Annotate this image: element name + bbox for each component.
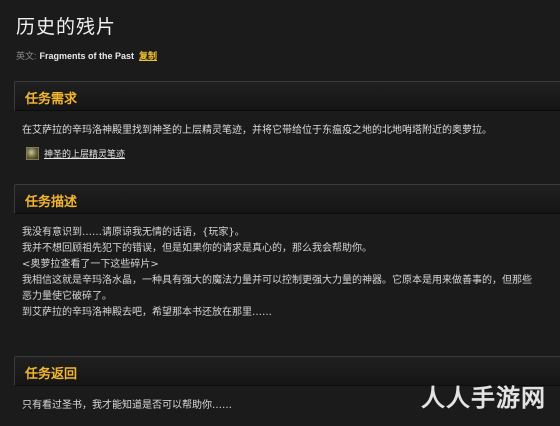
site-watermark: 人人手游网 [421, 384, 546, 412]
copy-link[interactable]: 复制 [139, 51, 157, 61]
description-header-title: 任务描述 [25, 195, 78, 210]
requirements-header: 任务需求 [14, 81, 560, 111]
description-line: 我相信这就是辛玛洛水晶，一种具有强大的魔法力量并可以控制更强大力量的神器。它原本… [22, 275, 532, 286]
description-line: 恶力量使它破碎了。 [22, 291, 112, 302]
english-quest-name: Fragments of the Past [39, 51, 135, 61]
english-label: 英文: [16, 51, 37, 61]
completion-header-title: 任务返回 [25, 367, 78, 382]
description-line: 我没有意识到……请原谅我无情的话语，{玩家}。 [22, 227, 245, 238]
description-body: 我没有意识到……请原谅我无情的话语，{玩家}。 我并不想回顾祖先犯下的错误，但是… [22, 225, 560, 321]
required-item[interactable]: 神圣的上层精灵笔迹 [26, 145, 125, 161]
item-icon [26, 146, 39, 160]
required-item-link[interactable]: 神圣的上层精灵笔迹 [44, 147, 125, 160]
description-line: <奥萝拉查看了一下这些碎片> [22, 259, 159, 270]
description-line: 到艾萨拉的辛玛洛神殿去吧，希望那本书还放在那里…… [22, 307, 272, 318]
requirements-text: 在艾萨拉的辛玛洛神殿里找到神圣的上层精灵笔迹，并将它带给位于东瘟疫之地的北地哨塔… [22, 125, 492, 136]
page-title: 历史的残片 [16, 16, 117, 38]
completion-text: 只有看过圣书，我才能知道是否可以帮助你…… [22, 400, 232, 411]
description-header: 任务描述 [14, 184, 560, 214]
english-name-row: 英文: Fragments of the Past 复制 [16, 49, 157, 62]
requirements-header-title: 任务需求 [25, 92, 78, 107]
description-line: 我并不想回顾祖先犯下的错误，但是如果你的请求是真心的，那么我会帮助你。 [22, 243, 372, 254]
